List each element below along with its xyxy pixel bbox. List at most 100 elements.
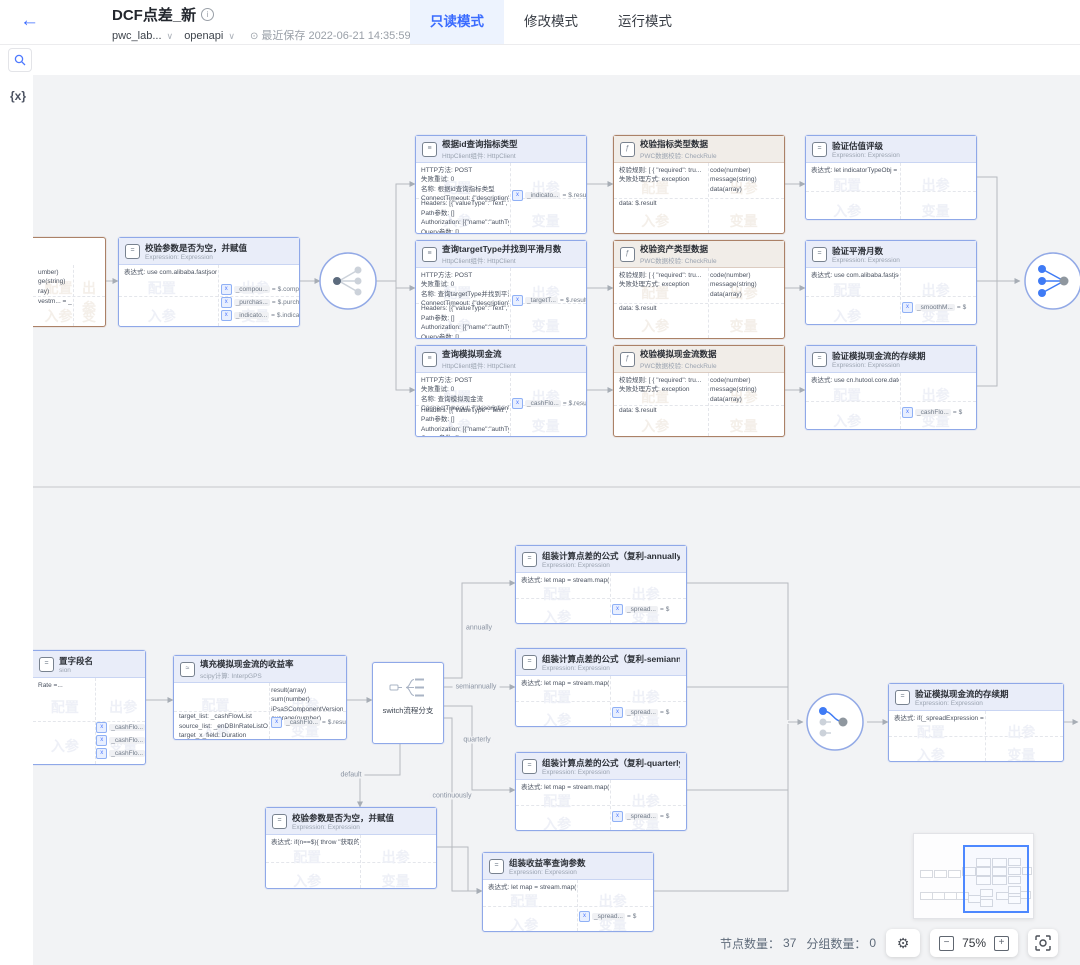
variable-icon: x (512, 190, 523, 201)
watermark-input: 入参 (641, 416, 669, 436)
watermark-config: 配置 (833, 385, 861, 405)
http-node-icon: ≡ (422, 247, 437, 262)
watermark-input: 入参 (641, 211, 669, 231)
service-select[interactable]: openapi (184, 30, 223, 42)
flow-node-check-cut[interactable]: ƒ 配置 出参 入参 变量umber)ge(string)ray)vestm..… (33, 237, 106, 327)
node-subtitle: Expression: Expression (915, 700, 1009, 707)
node-subtitle: PWC数据校验: CheckRule (640, 360, 717, 370)
node-title: 校验资产类型数据 (640, 243, 717, 255)
node-config: Headers: [{"valueType":"Text","n...Path参… (421, 199, 509, 233)
variable-icon: x (96, 722, 107, 733)
group-count: 分组数量：0 (806, 935, 876, 952)
node-config: umber)ge(string)ray) (38, 268, 72, 296)
flow-node-expr-semiannually[interactable]: = 组装计算点差的公式（复利-semiannually） Expression:… (515, 648, 687, 727)
flow-node-check-cashflow[interactable]: ƒ 校验模拟现金流数据 PWC数据校验: CheckRule 配置 出参 入参 … (613, 345, 785, 437)
fork-node[interactable] (318, 251, 378, 311)
switch-branch-icon (388, 675, 428, 701)
flow-node-expr-rating[interactable]: = 验证估值评级 Expression: Expression 配置 出参 入参… (805, 135, 977, 220)
watermark-config: 配置 (917, 722, 945, 742)
flow-node-expr-setfield-cut[interactable]: = 置字段名 sion 配置 出参 入参 变量Rate =...x_cashFl… (33, 650, 146, 765)
node-subtitle: Expression: Expression (832, 362, 926, 369)
global-variables-icon[interactable]: {x} (10, 89, 26, 103)
flow-node-expr-annually[interactable]: = 组装计算点差的公式（复利-annually） Expression: Exp… (515, 545, 687, 624)
watermark-input: 入参 (543, 607, 571, 623)
variable-icon: x (512, 398, 523, 409)
watermark-variable: 变量 (532, 416, 560, 436)
watermark-variable: 变量 (532, 211, 560, 231)
tab-mode-1[interactable]: 修改模式 (504, 0, 598, 44)
watermark-config: 配置 (543, 687, 571, 707)
minimap-viewport[interactable] (963, 845, 1029, 913)
flow-node-check-indicator[interactable]: ƒ 校验指标类型数据 PWC数据校验: CheckRule 配置 出参 入参 变… (613, 135, 785, 234)
flow-node-check-params-bottom[interactable]: = 校验参数是否为空，并赋值 Expression: Expression 配置… (265, 807, 437, 889)
minimap[interactable] (913, 833, 1034, 919)
node-config: target_list: _cashFlowListsource_list: _… (179, 712, 268, 739)
expr-node-icon: = (812, 352, 827, 367)
variable-icon: x (96, 735, 107, 746)
zoom-in-button[interactable]: + (994, 936, 1009, 951)
variable-icon: x (221, 297, 232, 308)
settings-button[interactable]: ⚙ (886, 929, 920, 957)
node-title: 组装计算点差的公式（复利-annually） (542, 550, 680, 562)
watermark-variable: 变量 (382, 871, 410, 888)
node-output-mappings: x_indicato...=$.result.data (512, 188, 586, 201)
join-node[interactable] (1023, 251, 1080, 311)
node-config: Headers: [{"valueType":"Text","n...Path参… (421, 304, 509, 338)
info-icon[interactable]: i (201, 8, 214, 21)
node-subtitle: scipy计算: InterpGPS (200, 670, 294, 680)
watermark-input: 入参 (543, 814, 571, 830)
clock-icon: ⊙ (250, 31, 258, 42)
flow-node-expr-duration-top[interactable]: = 验证模拟现金流的存续期 Expression: Expression 配置 … (805, 345, 977, 430)
search-button[interactable] (8, 48, 32, 72)
expr-node-icon: = (272, 814, 287, 829)
node-output-mappings: x_spread...=$ (612, 809, 669, 822)
watermark-input: 入参 (641, 316, 669, 336)
expr-node-icon: = (522, 759, 537, 774)
node-subtitle: sion (59, 667, 93, 674)
node-config: data: $.result (619, 304, 707, 313)
minimap-node (934, 870, 947, 878)
watermark-output: 出参 (922, 385, 950, 405)
variable-icon: x (612, 707, 623, 718)
fit-view-button[interactable] (1028, 929, 1058, 957)
title-block: DCF点差_新i pwc_lab...∨ openapi∨ ⊙最近保存 2022… (112, 4, 411, 43)
zoom-level: 75% (962, 936, 986, 950)
last-saved-label: ⊙最近保存 2022-06-21 14:35:59 (250, 30, 411, 42)
flow-node-expr-duration-bottom[interactable]: = 验证模拟现金流的存续期 Expression: Expression 配置 … (888, 683, 1064, 762)
tab-mode-0[interactable]: 只读模式 (410, 0, 504, 44)
workspace-select[interactable]: pwc_lab... (112, 30, 162, 42)
node-subtitle: Expression: Expression (542, 665, 680, 672)
flow-node-http-cashflow[interactable]: ≡ 查询模拟现金流 HttpClient组件: HttpClient 配置 出参… (415, 345, 587, 437)
node-title: 置字段名 (59, 655, 93, 667)
node-config: 表达式: use com.alibaba.fastjson... (124, 268, 217, 277)
statusbar: 节点数量：37 分组数量：0 ⚙ − 75% + (720, 928, 1080, 958)
back-button[interactable]: ← (20, 10, 39, 32)
scipy-node-icon: ≈ (180, 662, 195, 677)
node-title: 校验指标类型数据 (640, 138, 717, 150)
flow-node-http-targettype[interactable]: ≡ 查询targetType并找到平滑月数 HttpClient组件: Http… (415, 240, 587, 339)
variable-icon: x (221, 310, 232, 321)
watermark-output: 出参 (82, 278, 105, 318)
watermark-variable: 变量 (922, 201, 950, 219)
tab-mode-2[interactable]: 运行模式 (598, 0, 692, 44)
zoom-out-button[interactable]: − (939, 936, 954, 951)
flow-node-expr-quarterly[interactable]: = 组装计算点差的公式（复利-quarterly） Expression: Ex… (515, 752, 687, 831)
watermark-config: 配置 (51, 697, 79, 717)
node-config: 校验规则: [ { "required": tru...失败处理方式: exce… (619, 271, 707, 290)
flow-node-expr-smooth[interactable]: = 验证平滑月数 Expression: Expression 配置 出参 入参… (805, 240, 977, 325)
branch-label-default: default (337, 772, 364, 779)
node-config: Headers: [{"valueType":"Text","n...Path参… (421, 406, 509, 436)
flow-node-switch-branch[interactable]: switch流程分支 (372, 662, 444, 744)
join-node[interactable] (805, 692, 865, 752)
node-subtitle: Expression: Expression (542, 562, 680, 569)
node-config: 表达式: if(_spreadExpression == ... (894, 714, 984, 723)
flow-node-check-asset[interactable]: ƒ 校验资产类型数据 PWC数据校验: CheckRule 配置 出参 入参 变… (613, 240, 785, 339)
flow-node-scipy-interp[interactable]: ≈ 填充模拟现金流的收益率 scipy计算: InterpGPS 配置 出参 入… (173, 655, 347, 740)
variable-icon: x (612, 604, 623, 615)
flow-node-http-indicator[interactable]: ≡ 根据id查询指标类型 HttpClient组件: HttpClient 配置… (415, 135, 587, 234)
expr-node-icon: = (895, 690, 910, 705)
node-subtitle: Expression: Expression (509, 869, 586, 876)
flow-node-expr-yield-params[interactable]: = 组装收益率查询参数 Expression: Expression 配置 出参… (482, 852, 654, 932)
variable-icon: x (271, 717, 282, 728)
flow-node-check-params-top[interactable]: = 校验参数是否为空，并赋值 Expression: Expression 配置… (118, 237, 300, 327)
